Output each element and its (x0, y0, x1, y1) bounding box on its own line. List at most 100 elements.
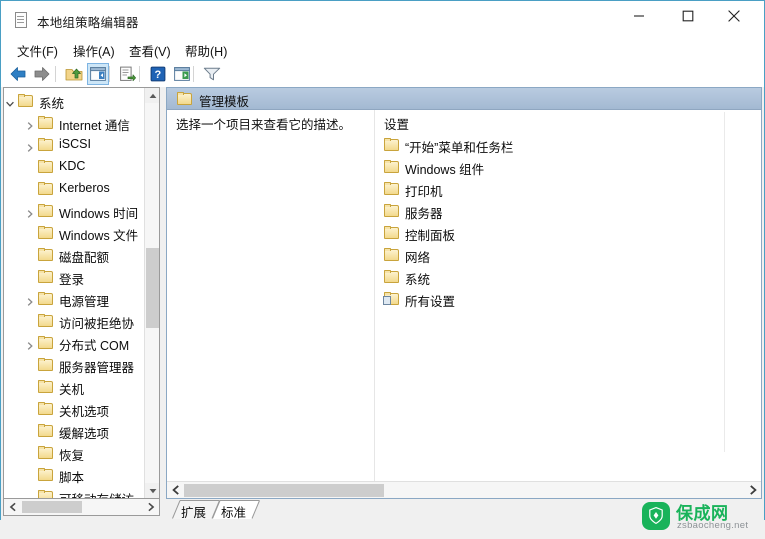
chevron-right-icon[interactable] (25, 118, 35, 130)
list-scroll-left-arrow[interactable] (168, 483, 183, 497)
tree-item[interactable]: 访问被拒绝协 (4, 310, 145, 332)
tree-item-label: KDC (59, 159, 86, 173)
tree-item[interactable]: 恢复 (4, 442, 145, 464)
tree-item-label: 分布式 COM (59, 339, 130, 353)
chevron-down-icon[interactable] (5, 96, 15, 107)
description-text: 选择一个项目来查看它的描述。 (176, 118, 352, 132)
tree-item[interactable]: 关机 (4, 376, 145, 398)
watermark: 保成网 zsbaocheng.net (636, 496, 760, 536)
list-item-label: 控制面板 (405, 229, 456, 243)
settings-list[interactable]: 设置 “开始”菜单和任务栏 Windows 组件 打印机 服务器控制面板网络系统所有设… (376, 110, 761, 498)
tree-item[interactable]: 脚本 (4, 464, 145, 486)
tab-label: 标准 (221, 506, 247, 520)
toolbar-separator (139, 66, 140, 82)
list-item-label: 网络 (405, 251, 431, 265)
tree-horizontal-scrollbar[interactable] (3, 499, 160, 516)
folder-icon (38, 446, 53, 459)
tree-item[interactable]: Windows 时间 (4, 200, 145, 222)
folder-icon (38, 160, 53, 173)
tree-item-label: 关机 (59, 383, 85, 397)
scroll-left-arrow[interactable] (5, 500, 20, 514)
screen: 本地组策略编辑器 文件(F) 操作(A) 查看(V) 帮助(H) ? 系统 In… (0, 0, 765, 539)
folder-icon (38, 314, 53, 327)
list-item[interactable]: 系统 (376, 266, 761, 288)
tree-item-label: 缓解选项 (59, 427, 110, 441)
tree-vertical-scrollbar[interactable] (144, 88, 159, 498)
tree-scroll-thumb[interactable] (146, 248, 159, 328)
list-item[interactable]: 服务器 (376, 200, 761, 222)
close-button[interactable] (711, 1, 757, 31)
scroll-right-arrow[interactable] (143, 500, 158, 514)
minimize-button[interactable] (616, 1, 662, 31)
list-item[interactable]: 打印机 (376, 178, 761, 200)
chevron-right-icon[interactable] (25, 140, 35, 152)
toolbar-separator (193, 66, 194, 82)
tree-item[interactable]: Internet 通信 (4, 112, 145, 134)
list-item[interactable]: 所有设置 (376, 288, 761, 310)
console-tree-pane[interactable]: 系统 Internet 通信 iSCSI KDC Kerberos Windows 时间 W… (3, 87, 160, 499)
list-item[interactable]: “开始”菜单和任务栏 (376, 134, 761, 156)
list-column-header[interactable]: 设置 (376, 110, 761, 132)
list-item-label: 所有设置 (405, 295, 456, 309)
tree-item[interactable]: 缓解选项 (4, 420, 145, 442)
tree-item-label: 电源管理 (59, 295, 110, 309)
scroll-down-arrow[interactable] (145, 483, 159, 498)
list-item[interactable]: 控制面板 (376, 222, 761, 244)
tree-item[interactable]: 电源管理 (4, 288, 145, 310)
show-console-tree-button[interactable] (87, 63, 109, 85)
scroll-up-arrow[interactable] (145, 88, 159, 103)
window-title: 本地组策略编辑器 (37, 16, 139, 30)
description-panel: 选择一个项目来查看它的描述。 (167, 110, 375, 498)
tab-label: 扩展 (181, 506, 207, 520)
details-pane: 管理模板 选择一个项目来查看它的描述。 设置 “开始”菜单和任务栏 Windows… (166, 87, 762, 499)
list-hscroll-thumb[interactable] (184, 484, 384, 497)
tree-item[interactable]: 登录 (4, 266, 145, 288)
properties-window-button[interactable] (171, 63, 193, 85)
list-item-label: 系统 (405, 273, 431, 287)
tree-item[interactable]: 分布式 COM (4, 332, 145, 354)
folder-icon (384, 248, 399, 261)
menu-help[interactable]: 帮助(H) (181, 40, 231, 60)
tree-item[interactable]: 系统 (4, 90, 145, 112)
menu-action[interactable]: 操作(A) (69, 40, 119, 60)
list-scroll-right-arrow[interactable] (745, 483, 760, 497)
tree-item-label: 访问被拒绝协 (59, 317, 135, 331)
back-button[interactable] (7, 63, 29, 85)
tree-item[interactable]: 磁盘配额 (4, 244, 145, 266)
menu-file[interactable]: 文件(F) (13, 40, 62, 60)
chevron-right-icon[interactable] (25, 338, 35, 350)
export-list-button[interactable] (117, 63, 139, 85)
chevron-right-icon[interactable] (25, 206, 35, 218)
tree-item[interactable]: 服务器管理器 (4, 354, 145, 376)
list-item-label: “开始”菜单和任务栏 (405, 141, 514, 155)
pane-header: 管理模板 (167, 88, 761, 110)
folder-icon (384, 160, 399, 173)
list-item[interactable]: Windows 组件 (376, 156, 761, 178)
gpedit-window: 本地组策略编辑器 文件(F) 操作(A) 查看(V) 帮助(H) ? 系统 In… (0, 0, 765, 520)
folder-up-button[interactable] (63, 63, 85, 85)
tree-item[interactable]: Windows 文件 (4, 222, 145, 244)
filter-button[interactable] (201, 63, 223, 85)
all-settings-folder-icon (383, 292, 399, 305)
tree-item[interactable]: iSCSI (4, 134, 145, 156)
tree-item[interactable]: KDC (4, 156, 145, 178)
tree-hscroll-thumb[interactable] (22, 501, 82, 513)
pane-header-title: 管理模板 (199, 95, 250, 109)
maximize-button[interactable] (665, 1, 711, 31)
folder-icon (38, 116, 53, 129)
menu-view[interactable]: 查看(V) (125, 40, 175, 60)
tree-item[interactable]: 关机选项 (4, 398, 145, 420)
tree-item-label: 恢复 (59, 449, 85, 463)
gpedit-document-icon (13, 12, 30, 29)
list-item[interactable]: 网络 (376, 244, 761, 266)
tab-standard[interactable]: 标准 (212, 500, 260, 520)
svg-text:?: ? (155, 69, 162, 81)
help-button[interactable]: ? (147, 63, 169, 85)
toolbar-separator (109, 66, 110, 82)
folder-icon (38, 402, 53, 415)
forward-button[interactable] (31, 63, 53, 85)
folder-icon (384, 138, 399, 151)
tree-item[interactable]: Kerberos (4, 178, 145, 200)
chevron-right-icon[interactable] (25, 294, 35, 306)
tree-item[interactable]: 可移动存储访 (4, 486, 145, 498)
